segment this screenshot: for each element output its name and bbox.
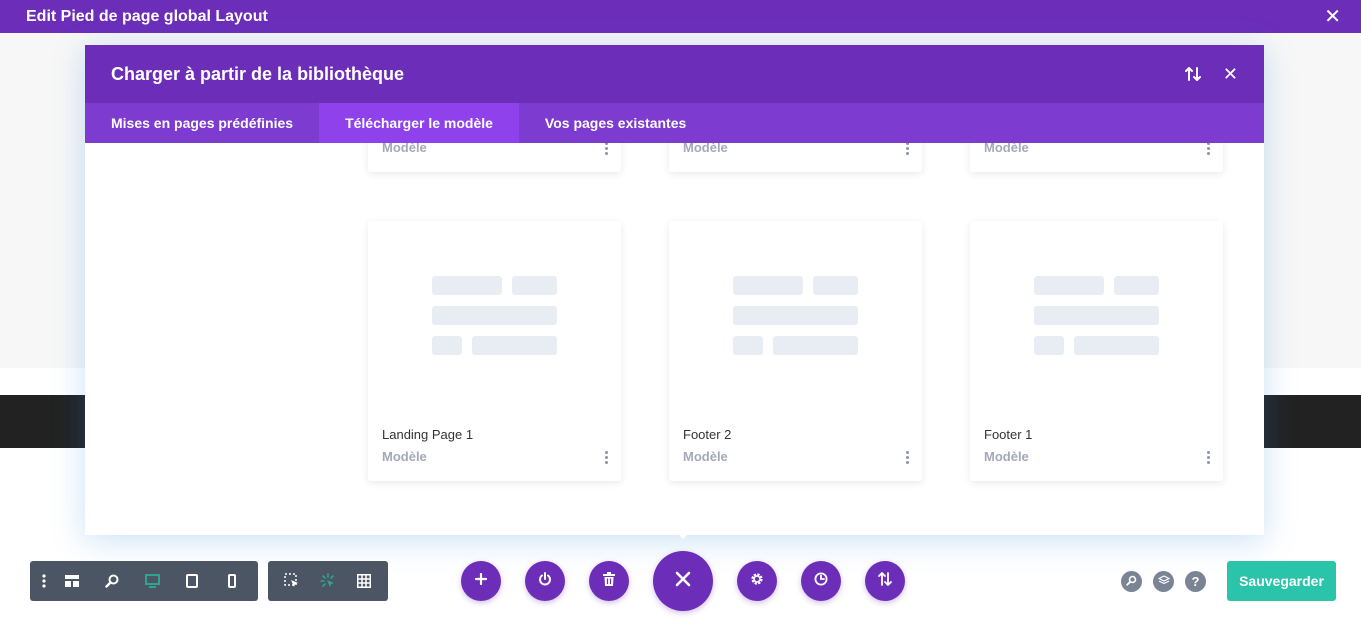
- thumbnail-placeholder: [1074, 336, 1159, 355]
- wireframe-icon[interactable]: [52, 561, 92, 601]
- tab-existing-pages[interactable]: Vos pages existantes: [519, 103, 712, 143]
- history-icon: [814, 572, 828, 591]
- thumbnail-placeholder: [512, 276, 557, 295]
- thumbnail-placeholder: [1034, 336, 1064, 355]
- page-settings-button[interactable]: [737, 561, 777, 601]
- card-menu-icon[interactable]: [603, 451, 609, 464]
- gear-icon: [750, 572, 764, 591]
- grid-icon[interactable]: [346, 561, 382, 601]
- thumbnail-placeholder: [432, 306, 557, 325]
- thumbnail-placeholder: [1114, 276, 1159, 295]
- close-library-button[interactable]: [653, 551, 713, 611]
- view-toolbar: [30, 561, 258, 601]
- history-button[interactable]: [801, 561, 841, 601]
- tab-predefined-layouts[interactable]: Mises en pages prédéfinies: [85, 103, 319, 143]
- add-icon: [474, 572, 488, 590]
- modal-pointer: [671, 527, 695, 539]
- card-menu-icon[interactable]: [904, 451, 910, 464]
- template-grid: Modèle Modèle Modèle Landing Page 1 Modè…: [85, 143, 1264, 535]
- import-export-button[interactable]: [865, 561, 905, 601]
- phone-icon[interactable]: [212, 561, 252, 601]
- template-card-landing-page-1[interactable]: Landing Page 1 Modèle: [368, 221, 621, 481]
- card-type: Modèle: [683, 143, 728, 155]
- zoom-icon[interactable]: [92, 561, 132, 601]
- hover-mode-icon[interactable]: [310, 561, 346, 601]
- thumbnail-placeholder: [733, 336, 763, 355]
- desktop-icon[interactable]: [132, 561, 172, 601]
- modal-actions: ✕: [1184, 64, 1238, 85]
- thumbnail-placeholder: [733, 306, 858, 325]
- card-name: Footer 1: [984, 427, 1033, 442]
- help-button[interactable]: ?: [1185, 571, 1206, 592]
- sort-icon[interactable]: [1184, 66, 1201, 82]
- template-card-footer-1[interactable]: Footer 1 Modèle: [970, 221, 1223, 481]
- select-toolbar: [268, 561, 388, 601]
- menu-icon[interactable]: [36, 561, 52, 601]
- search-button[interactable]: [1121, 571, 1142, 592]
- card-menu-icon[interactable]: [904, 143, 910, 155]
- card-type: Modèle: [683, 449, 728, 464]
- card-name: Landing Page 1: [382, 427, 474, 442]
- tab-upload-template[interactable]: Télécharger le modèle: [319, 103, 519, 143]
- trash-icon: [603, 571, 615, 591]
- card-type: Modèle: [382, 143, 427, 155]
- layers-button[interactable]: [1153, 571, 1174, 592]
- thumbnail-placeholder: [1034, 306, 1159, 325]
- modal-title: Charger à partir de la bibliothèque: [111, 63, 405, 84]
- card-name: Footer 2: [683, 427, 732, 442]
- card-menu-icon[interactable]: [1205, 451, 1211, 464]
- clear-layout-button[interactable]: [589, 561, 629, 601]
- modal-tabs: Mises en pages prédéfinies Télécharger l…: [85, 103, 1264, 143]
- library-modal: Charger à partir de la bibliothèque ✕ Mi…: [85, 45, 1264, 535]
- layers-icon: [1157, 574, 1170, 589]
- close-icon: [675, 571, 691, 592]
- card-type: Modèle: [382, 449, 427, 464]
- template-card[interactable]: Modèle: [970, 143, 1223, 172]
- add-button[interactable]: [461, 561, 501, 601]
- builder-topbar: Edit Pied de page global Layout ✕: [0, 0, 1361, 33]
- card-type: Modèle: [984, 143, 1029, 155]
- thumbnail-placeholder: [472, 336, 557, 355]
- thumbnail-placeholder: [1034, 276, 1104, 295]
- click-mode-icon[interactable]: [274, 561, 310, 601]
- layout-title: Edit Pied de page global Layout: [26, 7, 268, 25]
- thumbnail-placeholder: [733, 276, 803, 295]
- thumbnail-placeholder: [773, 336, 858, 355]
- help-icon: ?: [1191, 574, 1200, 589]
- template-card[interactable]: Modèle: [368, 143, 621, 172]
- close-builder-icon[interactable]: ✕: [1324, 7, 1341, 27]
- thumbnail-placeholder: [813, 276, 858, 295]
- portability-button[interactable]: [525, 561, 565, 601]
- thumbnail-placeholder: [432, 276, 502, 295]
- search-icon: [1126, 574, 1137, 589]
- save-button[interactable]: Sauvegarder: [1227, 561, 1336, 601]
- tablet-icon[interactable]: [172, 561, 212, 601]
- modal-header: Charger à partir de la bibliothèque ✕: [85, 45, 1264, 103]
- template-card-footer-2[interactable]: Footer 2 Modèle: [669, 221, 922, 481]
- close-modal-icon[interactable]: ✕: [1223, 64, 1238, 85]
- power-icon: [538, 571, 552, 591]
- card-menu-icon[interactable]: [1205, 143, 1211, 155]
- thumbnail-placeholder: [432, 336, 462, 355]
- card-type: Modèle: [984, 449, 1029, 464]
- card-menu-icon[interactable]: [603, 143, 609, 155]
- sort-icon: [878, 571, 892, 591]
- template-card[interactable]: Modèle: [669, 143, 922, 172]
